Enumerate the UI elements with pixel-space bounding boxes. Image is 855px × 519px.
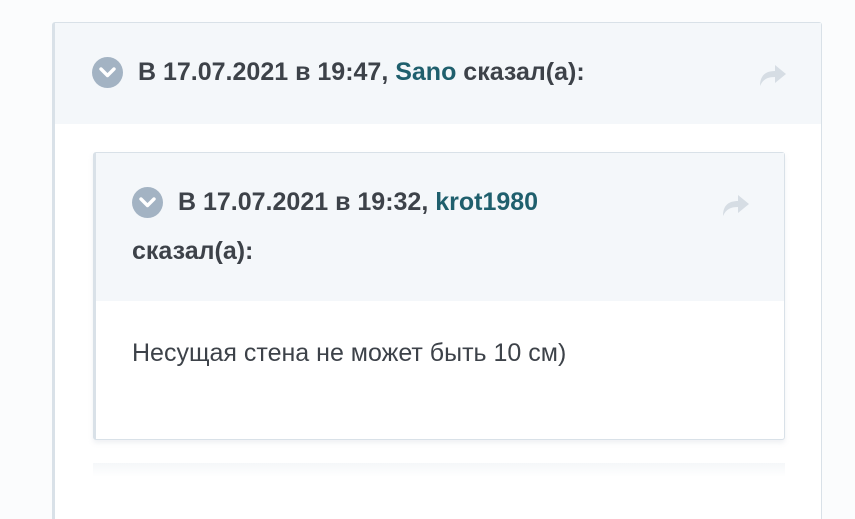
inner-quote-block: В 17.07.2021 в 19:32, krot1980 сказал(а)… <box>93 152 785 440</box>
share-arrow-icon[interactable] <box>720 193 751 218</box>
outer-quote-attribution: В 17.07.2021 в 19:47, Sano сказал(а): <box>92 57 585 88</box>
chevron-down-circle-icon[interactable] <box>132 187 163 218</box>
inner-quote-username[interactable]: krot1980 <box>435 188 538 217</box>
chevron-down-circle-icon[interactable] <box>92 57 123 88</box>
outer-quote-prefix: В 17.07.2021 в 19:47, <box>138 58 396 86</box>
inner-quote-header <box>96 153 784 301</box>
share-arrow-icon[interactable] <box>757 63 788 88</box>
page: В 17.07.2021 в 19:47, Sano сказал(а): В … <box>0 0 855 519</box>
inner-quote-suffix: сказал(а): <box>132 237 254 265</box>
outer-quote-block: В 17.07.2021 в 19:47, Sano сказал(а): В … <box>52 22 822 519</box>
inner-quote-body: Несущая стена не может быть 10 см) <box>132 339 567 367</box>
divider <box>93 463 785 477</box>
outer-quote-username[interactable]: Sano <box>395 58 456 87</box>
inner-quote-attribution: В 17.07.2021 в 19:32, krot1980 <box>132 187 538 218</box>
inner-quote-prefix: В 17.07.2021 в 19:32, <box>178 188 436 216</box>
outer-quote-suffix: сказал(а): <box>456 58 585 86</box>
